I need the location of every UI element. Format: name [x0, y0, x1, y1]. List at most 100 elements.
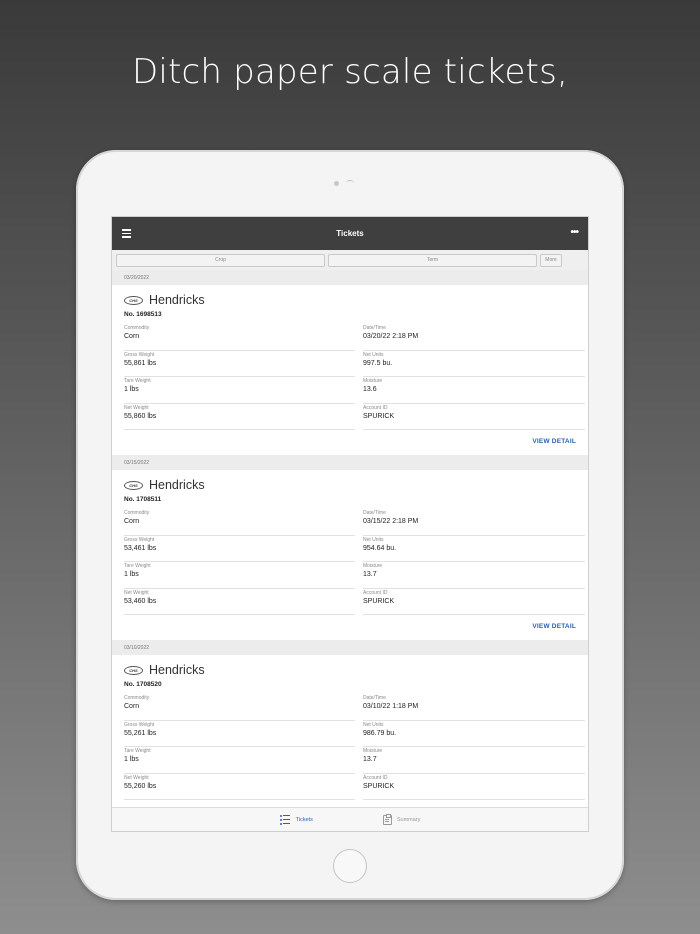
field-value: 55,260 lbs [124, 782, 157, 790]
field-value: Corn [124, 518, 140, 525]
ticket-number: No. 1698513 [124, 311, 162, 318]
field-label: Net Units [363, 721, 384, 728]
app-header: Tickets ••• [112, 217, 588, 250]
tab-tickets[interactable]: Tickets [279, 814, 313, 825]
field-label: Moisture [363, 563, 383, 569]
field-label: Tare Weight [124, 563, 151, 569]
field-label: Net Weight [124, 589, 149, 596]
net-units-field: Net Units 986.79 bu. [363, 721, 585, 747]
field-value: 53,461 lbs [124, 544, 157, 552]
field-label: Date/Time [363, 510, 386, 516]
field-value: 1 lbs [124, 756, 139, 763]
brand-row: CHS Hendricks [124, 663, 576, 677]
field-value: Corn [124, 333, 140, 340]
datetime-field: Date/Time 03/10/22 1:18 PM [363, 694, 585, 721]
field-label: Net Units [363, 351, 384, 358]
field-value: 13.7 [363, 571, 377, 578]
chs-logo-icon: CHS [124, 295, 143, 305]
field-value: SPURICK [363, 597, 395, 605]
chs-logo-icon: CHS [124, 480, 143, 490]
view-detail-button[interactable]: VIEW DETAIL [532, 623, 576, 630]
field-label: Tare Weight [124, 748, 151, 754]
field-label: Moisture [363, 378, 383, 384]
date-header: 03/10/2022 [112, 640, 588, 655]
more-options-icon[interactable]: ••• [570, 228, 578, 238]
gross-weight-field: Gross Weight 55,261 lbs [124, 721, 355, 747]
commodity-field: Commodity Corn [124, 694, 355, 721]
net-weight-field: Net Weight 55,860 lbs [124, 404, 355, 430]
tab-summary[interactable]: Summary [382, 813, 421, 825]
field-value: 954.64 bu. [363, 544, 397, 552]
commodity-field: Commodity Corn [124, 509, 355, 536]
field-label: Account ID [363, 404, 388, 411]
bottom-tab-bar: Tickets Summary [112, 807, 588, 831]
field-label: Net Weight [124, 404, 149, 411]
field-label: Gross Weight [124, 721, 155, 728]
tare-weight-field: Tare Weight 1 lbs [124, 747, 355, 774]
commodity-field: Commodity Corn [124, 324, 355, 351]
ticket-list[interactable]: 03/20/2022 CHS Hendricks No. 1698513 Com… [112, 270, 588, 815]
net-weight-field: Net Weight 53,460 lbs [124, 589, 355, 615]
field-label: Commodity [124, 510, 150, 516]
field-label: Tare Weight [124, 378, 151, 384]
location-name: Hendricks [149, 663, 205, 677]
more-filter-button[interactable]: More [540, 253, 562, 267]
field-value: 03/15/22 2:18 PM [363, 518, 419, 525]
location-name: Hendricks [149, 293, 205, 307]
datetime-field: Date/Time 03/15/22 2:18 PM [363, 509, 585, 536]
net-weight-field: Net Weight 55,260 lbs [124, 774, 355, 800]
moisture-field: Moisture 13.7 [363, 747, 585, 774]
date-header: 03/15/2022 [112, 455, 588, 470]
clipboard-icon [382, 813, 392, 825]
datetime-field: Date/Time 03/20/22 2:18 PM [363, 324, 585, 351]
sensor-icon [346, 180, 354, 186]
field-value: 03/10/22 1:18 PM [363, 703, 419, 710]
ticket-card: CHS Hendricks No. 1708520 Commodity Corn … [112, 655, 588, 815]
field-label: Account ID [363, 589, 388, 596]
filter-bar: Crop Term More [112, 250, 588, 270]
net-units-field: Net Units 954.64 bu. [363, 536, 585, 562]
gross-weight-field: Gross Weight 55,861 lbs [124, 351, 355, 377]
view-detail-button[interactable]: VIEW DETAIL [532, 438, 576, 445]
tab-label: Tickets [295, 816, 313, 823]
field-value: 55,861 lbs [124, 359, 157, 367]
field-value: 55,261 lbs [124, 729, 157, 737]
ticket-fields: Commodity Corn Date/Time 03/15/22 2:18 PM … [124, 509, 585, 615]
field-value: 53,460 lbs [124, 597, 157, 605]
field-value: 13.6 [363, 386, 377, 393]
account-id-field: Account ID SPURICK [363, 774, 585, 800]
field-label: Gross Weight [124, 536, 155, 543]
ticket-number: No. 1708520 [124, 681, 162, 688]
field-value: 55,860 lbs [124, 412, 157, 420]
camera-dot [334, 181, 339, 186]
field-value: 1 lbs [124, 386, 139, 393]
moisture-field: Moisture 13.7 [363, 562, 585, 589]
field-label: Net Units [363, 536, 384, 543]
field-value: Corn [124, 703, 140, 710]
field-value: 13.7 [363, 756, 377, 763]
gross-weight-field: Gross Weight 53,461 lbs [124, 536, 355, 562]
crop-filter-button[interactable]: Crop [116, 253, 325, 267]
brand-row: CHS Hendricks [124, 293, 576, 307]
field-label: Moisture [363, 748, 383, 754]
ticket-card: CHS Hendricks No. 1708511 Commodity Corn … [112, 470, 588, 640]
ticket-card: CHS Hendricks No. 1698513 Commodity Corn … [112, 285, 588, 455]
tare-weight-field: Tare Weight 1 lbs [124, 562, 355, 589]
account-id-field: Account ID SPURICK [363, 404, 585, 430]
field-label: Net Weight [124, 774, 149, 781]
home-button[interactable] [333, 849, 367, 883]
term-filter-button[interactable]: Term [328, 253, 537, 267]
headline: Ditch paper scale tickets, [131, 52, 569, 92]
field-label: Commodity [124, 695, 150, 701]
chs-logo-icon: CHS [124, 665, 143, 675]
moisture-field: Moisture 13.6 [363, 377, 585, 404]
page-title: Tickets [336, 229, 364, 238]
tare-weight-field: Tare Weight 1 lbs [124, 377, 355, 404]
tab-label: Summary [396, 816, 421, 823]
app-screen: Tickets ••• Crop Term More 03/20/2022 CH… [111, 216, 589, 832]
ticket-fields: Commodity Corn Date/Time 03/10/22 1:18 PM … [124, 694, 585, 800]
hamburger-menu-icon[interactable] [122, 229, 131, 238]
ticket-fields: Commodity Corn Date/Time 03/20/22 2:18 PM … [124, 324, 585, 430]
date-header: 03/20/2022 [112, 270, 588, 285]
location-name: Hendricks [149, 478, 205, 492]
